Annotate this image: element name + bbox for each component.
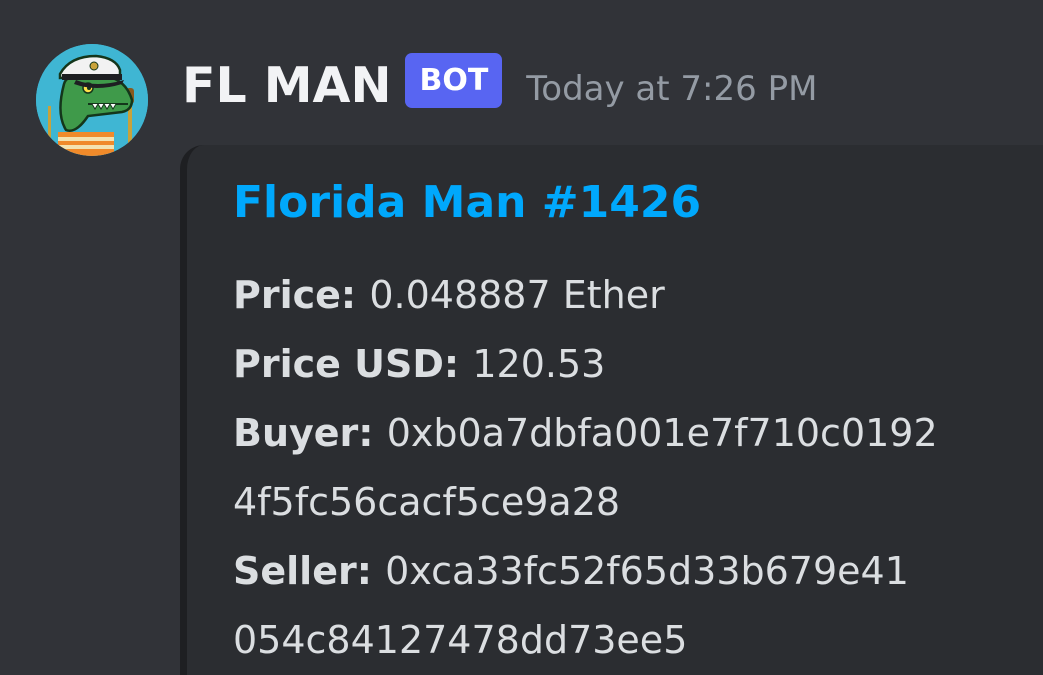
embed-card: Florida Man #1426 Price: 0.048887 Ether … [180,145,1043,675]
seller-label: Seller: [233,549,386,593]
message-header: FL MAN BOT Today at 7:26 PM [182,50,817,120]
price-value: 0.048887 Ether [369,273,665,317]
buyer-value-continued: 4f5fc56cacf5ce9a28 [233,480,621,524]
price-usd-label: Price USD: [233,342,473,386]
timestamp[interactable]: Today at 7:26 PM [526,69,817,109]
seller-value-continued: 054c84127478dd73ee5 [233,618,688,662]
avatar[interactable] [36,44,148,156]
price-usd-value: 120.53 [472,342,606,386]
price-label: Price: [233,273,370,317]
buyer-field: Buyer: 0xb0a7dbfa001e7f710c0192 [233,411,938,455]
buyer-label: Buyer: [233,411,387,455]
embed-title-link[interactable]: Florida Man #1426 [233,177,701,228]
buyer-value: 0xb0a7dbfa001e7f710c0192 [386,411,938,455]
username[interactable]: FL MAN [182,57,391,114]
chat-message: FL MAN BOT Today at 7:26 PM Florida Man … [0,0,1043,675]
price-field: Price: 0.048887 Ether [233,273,665,317]
price-usd-field: Price USD: 120.53 [233,342,605,386]
seller-value: 0xca33fc52f65d33b679e41 [385,549,909,593]
seller-field: Seller: 0xca33fc52f65d33b679e41 [233,549,909,593]
bot-badge: BOT [405,52,503,108]
crocodile-captain-icon [36,44,148,156]
